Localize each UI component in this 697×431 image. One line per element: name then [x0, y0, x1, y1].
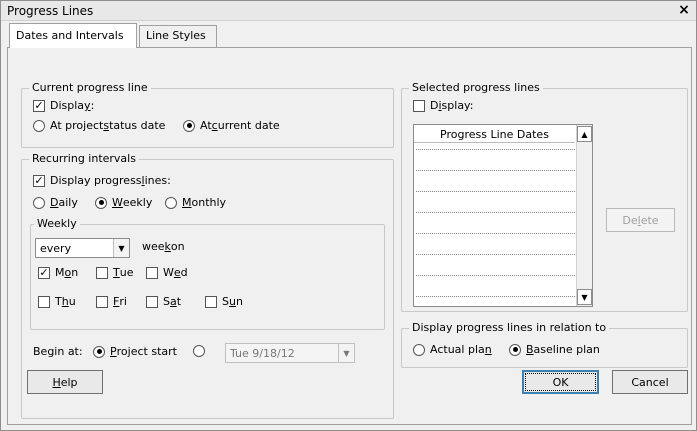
list-item[interactable]: [416, 254, 575, 255]
radio-circle[interactable]: [165, 196, 177, 209]
dialog-title: Progress Lines: [7, 4, 94, 18]
selected-progress-lines-group: Selected progress lines Di splay: Progres…: [401, 81, 688, 312]
radio-circle[interactable]: [33, 196, 45, 209]
group-legend: Current progress line: [29, 81, 151, 94]
group-legend: Display progress lines in relation to: [409, 321, 610, 334]
checkbox-box[interactable]: [38, 295, 50, 308]
list-item[interactable]: [416, 212, 575, 213]
radio-circle[interactable]: [93, 345, 105, 358]
list-item[interactable]: [416, 149, 575, 150]
scroll-down-icon[interactable]: ▼: [577, 289, 592, 305]
radio-circle[interactable]: [95, 196, 107, 209]
checkbox-box[interactable]: [146, 266, 158, 279]
radio-circle[interactable]: [193, 345, 205, 357]
scroll-up-icon[interactable]: ▲: [577, 126, 592, 142]
radio-circle[interactable]: [33, 119, 45, 132]
chevron-down-icon[interactable]: ▼: [113, 239, 129, 257]
actual-plan-radio[interactable]: Actual pla n: [413, 343, 492, 356]
tab-panel: Current progress line ✓ Displa y: At proj…: [7, 47, 692, 425]
progress-line-dates-list[interactable]: Progress Line Dates ▲ ▼: [413, 124, 593, 307]
every-dropdown[interactable]: every ▼: [35, 238, 130, 258]
tue-checkbox[interactable]: Tue: [96, 266, 133, 279]
week-on-label: wee k on: [142, 240, 185, 253]
radio-circle[interactable]: [413, 343, 425, 356]
close-icon[interactable]: ×: [676, 2, 692, 19]
list-item[interactable]: [416, 191, 575, 192]
display-selected-checkbox[interactable]: Di splay:: [413, 99, 473, 112]
checkbox-box[interactable]: ✓: [33, 174, 45, 187]
mon-checkbox[interactable]: ✓ Mon: [38, 266, 78, 279]
checkbox-box[interactable]: ✓: [33, 99, 45, 112]
daily-radio[interactable]: Daily: [33, 196, 78, 209]
thu-checkbox[interactable]: Thu: [38, 295, 76, 308]
current-progress-line-group: Current progress line ✓ Displa y: At proj…: [21, 81, 394, 148]
begin-date-dropdown[interactable]: Tue 9/18/12 ▼: [225, 343, 355, 363]
project-start-radio[interactable]: Project start: [93, 345, 177, 358]
delete-button[interactable]: De l ete: [606, 208, 675, 232]
monthly-radio[interactable]: Monthly: [165, 196, 226, 209]
at-current-date-radio[interactable]: At c urrent date: [183, 119, 280, 132]
radio-circle[interactable]: [509, 343, 521, 356]
sat-checkbox[interactable]: Sat: [146, 295, 181, 308]
group-legend: Weekly: [34, 217, 80, 230]
checkbox-box[interactable]: [205, 295, 217, 308]
wed-checkbox[interactable]: Wed: [146, 266, 188, 279]
at-project-status-date-radio[interactable]: At project s tatus date: [33, 119, 165, 132]
display-current-checkbox[interactable]: ✓ Displa y:: [33, 99, 94, 112]
begin-date-radio[interactable]: [193, 345, 210, 357]
ok-button[interactable]: OK: [522, 370, 599, 394]
group-legend: Selected progress lines: [409, 81, 543, 94]
list-item[interactable]: [416, 233, 575, 234]
cancel-button[interactable]: Cancel: [612, 370, 688, 394]
relation-group: Display progress lines in relation to Ac…: [401, 321, 688, 368]
sun-checkbox[interactable]: Sun: [205, 295, 243, 308]
progress-lines-dialog: Progress Lines × Dates and Intervals Lin…: [0, 0, 697, 431]
list-item[interactable]: [416, 296, 575, 297]
begin-at-label: Begin at:: [33, 345, 83, 358]
checkbox-box[interactable]: [96, 295, 108, 308]
list-item[interactable]: [416, 170, 575, 171]
tab-dates-and-intervals[interactable]: Dates and Intervals: [9, 23, 137, 48]
fri-checkbox[interactable]: Fri: [96, 295, 127, 308]
weekly-radio[interactable]: Weekly: [95, 196, 152, 209]
tab-label: Dates and Intervals: [16, 29, 124, 42]
chevron-down-icon[interactable]: ▼: [338, 344, 354, 362]
list-scrollbar[interactable]: ▲ ▼: [576, 125, 592, 306]
weekly-group: Weekly every ▼ wee k on ✓ Mon Tue W e d …: [30, 217, 385, 330]
tab-label: Line Styles: [146, 29, 206, 42]
checkbox-box[interactable]: [96, 266, 108, 279]
baseline-plan-radio[interactable]: Baseline plan: [509, 343, 600, 356]
title-bar: Progress Lines ×: [1, 1, 696, 21]
group-legend: Recurring intervals: [29, 152, 139, 165]
list-header: Progress Line Dates: [414, 125, 575, 143]
list-item[interactable]: [416, 275, 575, 276]
display-progress-lines-checkbox[interactable]: ✓ Display progress l ines:: [33, 174, 171, 187]
radio-circle[interactable]: [183, 119, 195, 132]
checkbox-box[interactable]: ✓: [38, 266, 50, 279]
checkbox-box[interactable]: [413, 99, 425, 112]
tab-line-styles[interactable]: Line Styles: [139, 25, 217, 47]
checkbox-box[interactable]: [146, 295, 158, 308]
help-button[interactable]: Help: [27, 370, 103, 394]
